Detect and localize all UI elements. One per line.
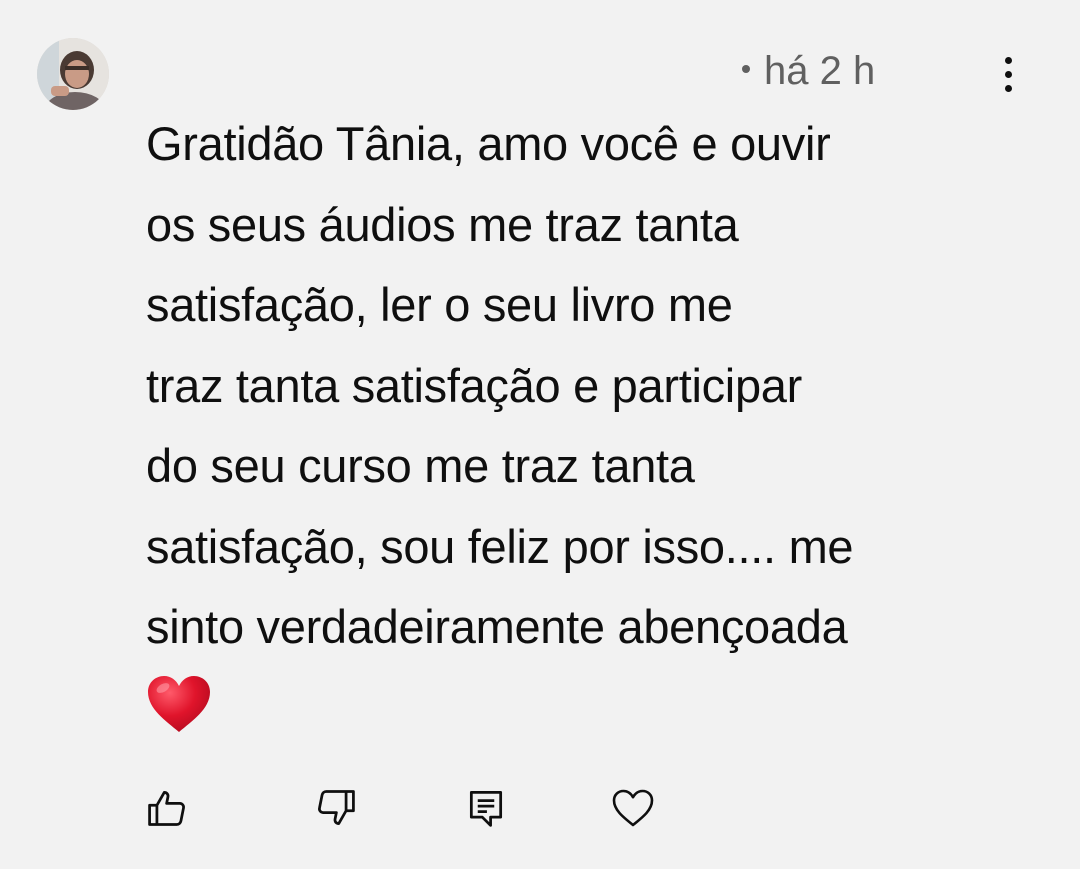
comment-line: sinto verdadeiramente abençoada — [146, 600, 848, 653]
avatar[interactable] — [37, 38, 109, 110]
like-button[interactable] — [142, 783, 192, 833]
comment-line: traz tanta satisfação e participar — [146, 358, 802, 412]
comment-line: Gratidão Tânia, amo você e ouvir — [146, 117, 831, 170]
more-options-icon — [1004, 56, 1012, 64]
comment-line: do seu curso me traz tanta — [146, 439, 695, 492]
red-heart-emoji-icon — [148, 675, 210, 732]
comment-line: satisfação, ler o seu livro me — [146, 278, 733, 331]
thumbs-down-icon — [318, 790, 355, 825]
more-options-button[interactable] — [988, 50, 1028, 98]
reply-button[interactable] — [461, 783, 511, 833]
comment-line: os seus áudios me traz tanta — [146, 197, 739, 251]
thumbs-up-icon — [148, 791, 185, 826]
comment-text: Gratidão Tânia, amo você e ouvir os seus… — [146, 104, 1026, 734]
comment-timestamp: há 2 h — [764, 49, 876, 93]
comment-meta: há 2 h — [742, 46, 875, 96]
separator-dot — [742, 65, 750, 74]
heart-button[interactable] — [608, 783, 658, 833]
dislike-button[interactable] — [311, 783, 361, 833]
comment-reply-icon — [469, 791, 503, 827]
avatar-photo — [37, 38, 109, 110]
comment-line: satisfação, sou feliz por isso.... me — [146, 519, 854, 573]
heart-outline-icon — [612, 789, 654, 827]
